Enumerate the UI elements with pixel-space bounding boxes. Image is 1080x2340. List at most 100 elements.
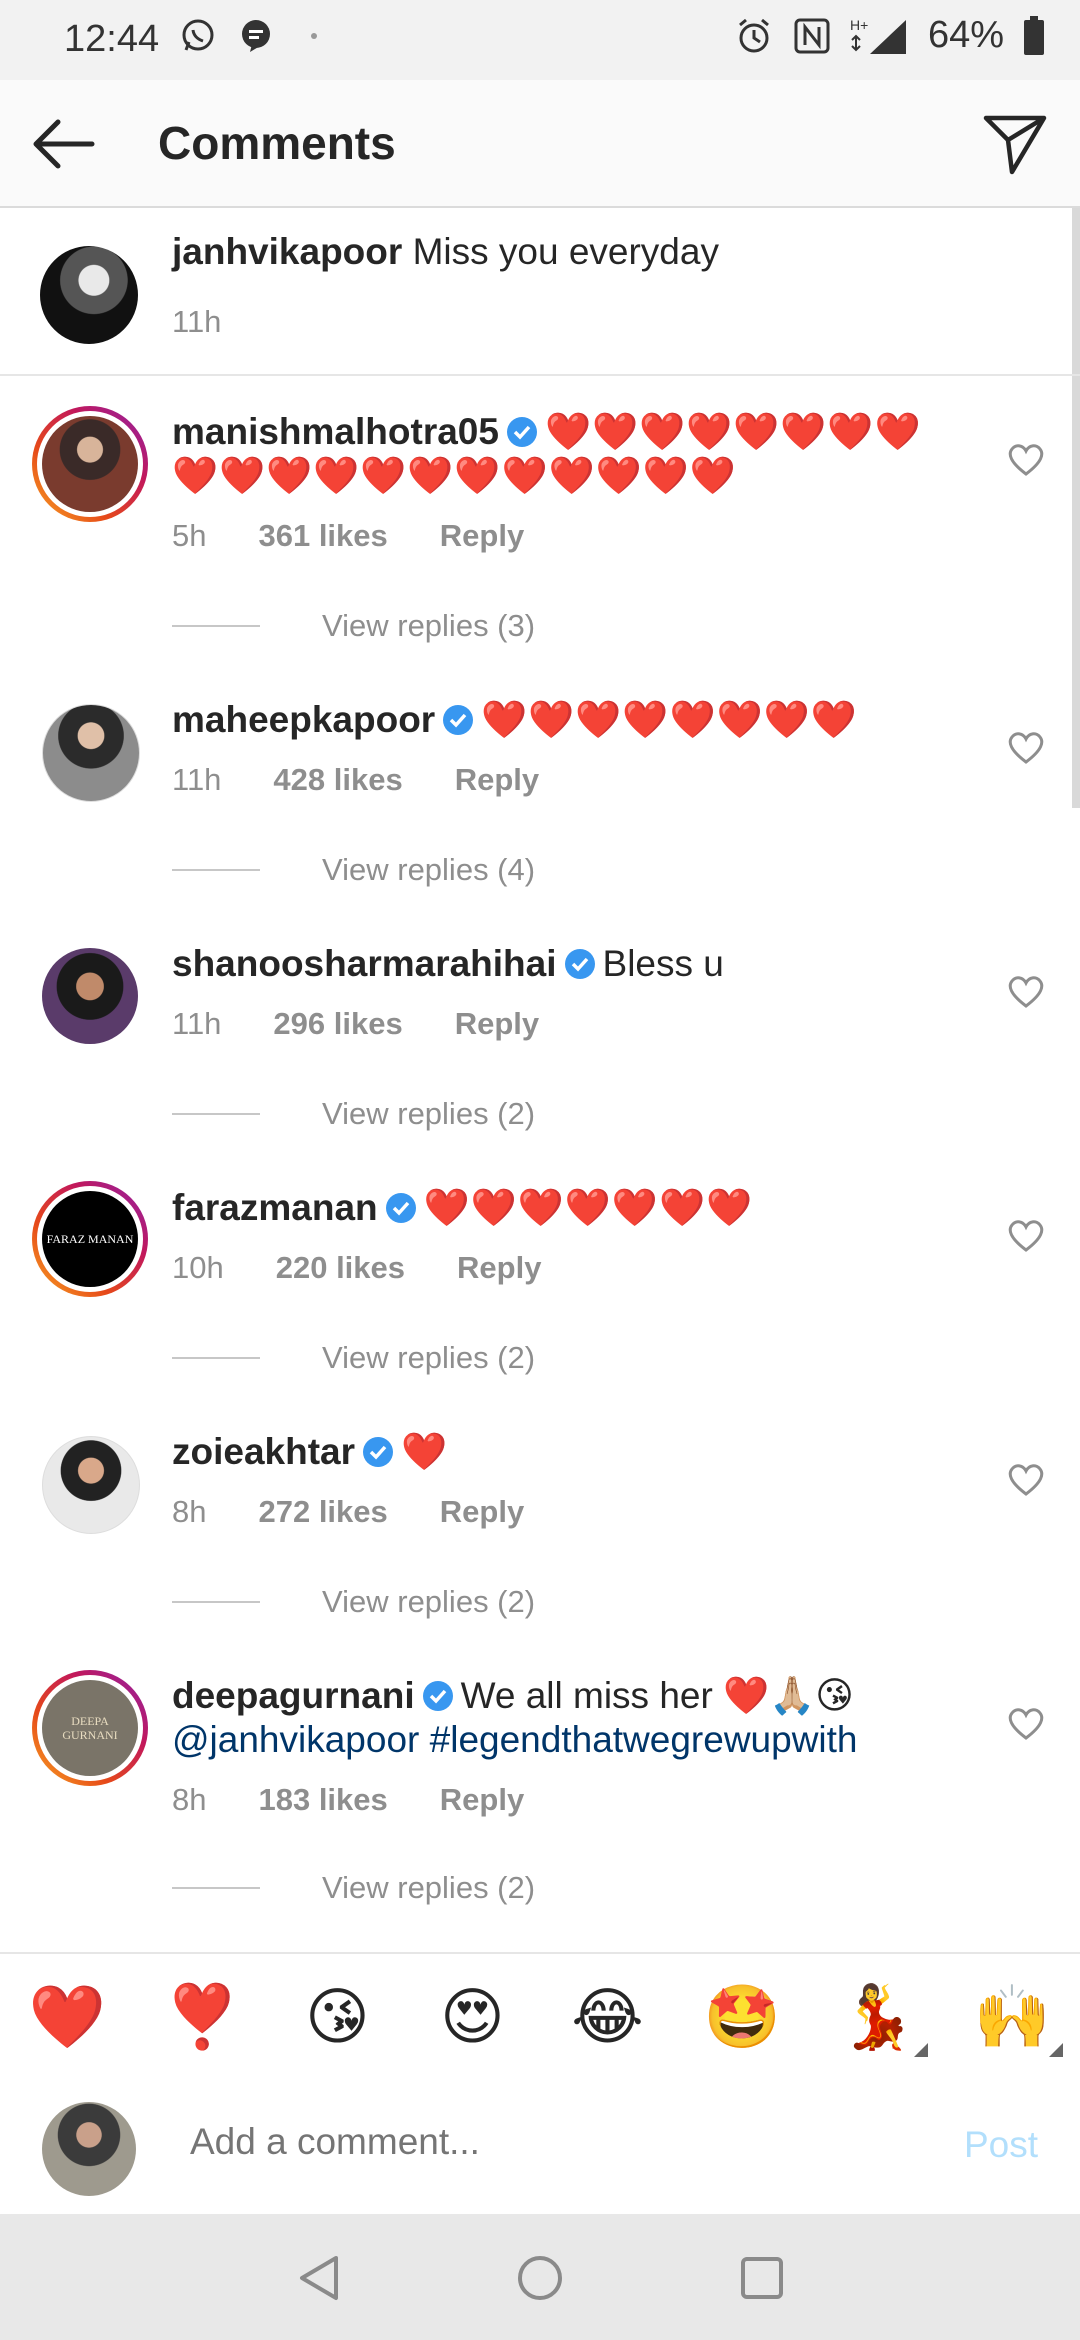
likes-count[interactable]: 428 likes <box>273 762 402 798</box>
comment-time: 11h <box>172 1006 222 1041</box>
back-arrow-icon[interactable] <box>28 116 98 172</box>
view-replies-button[interactable]: View replies (2) <box>172 1584 535 1620</box>
post-caption: janhvikapoor Miss you everyday 11h <box>0 208 1080 376</box>
like-heart-icon[interactable] <box>1006 972 1046 1012</box>
comment-mention-hashtag[interactable]: @janhvikapoor #legendthatwegrewupwith <box>172 1719 858 1760</box>
emoji-star-struck[interactable]: 🤩 <box>693 1983 793 2053</box>
comment-composer: Post <box>0 2082 1080 2214</box>
avatar[interactable] <box>42 948 138 1044</box>
view-replies-button[interactable]: View replies (2) <box>172 1340 535 1376</box>
likes-count[interactable]: 220 likes <box>276 1250 405 1286</box>
reply-button[interactable]: Reply <box>440 1494 524 1530</box>
like-heart-icon[interactable] <box>1006 1460 1046 1500</box>
comment-text: ❤️❤️❤️❤️❤️❤️❤️ <box>423 1187 754 1228</box>
verified-badge-icon <box>363 1437 394 1467</box>
comment-text: ❤️❤️❤️❤️❤️❤️❤️❤️ <box>544 411 922 452</box>
comment-time: 8h <box>172 1782 207 1817</box>
battery-percent: 64% <box>927 14 1004 56</box>
reply-button[interactable]: Reply <box>455 762 539 798</box>
likes-count[interactable]: 183 likes <box>258 1782 387 1818</box>
avatar[interactable] <box>42 704 140 802</box>
nav-home-icon[interactable] <box>512 2250 568 2306</box>
comment-text: ❤️ <box>401 1431 449 1472</box>
emoji-kissing-face[interactable]: 😘 <box>288 1983 388 2053</box>
comment-username[interactable]: maheepkapoor <box>172 699 435 740</box>
reply-button[interactable]: Reply <box>440 518 524 554</box>
emoji-tears-of-joy[interactable]: 😂 <box>558 1983 658 2053</box>
view-replies-label: View replies (3) <box>322 608 536 643</box>
avatar[interactable]: FARAZ MANAN <box>42 1191 138 1287</box>
like-heart-icon[interactable] <box>1006 1216 1046 1256</box>
like-heart-icon[interactable] <box>1006 728 1046 768</box>
whatsapp-icon <box>178 16 218 56</box>
caption-text: Miss you everyday <box>412 231 719 272</box>
view-replies-label: View replies (2) <box>322 1340 536 1375</box>
comment-text: We all miss her ❤️🙏🏼😘 <box>460 1675 854 1716</box>
status-time: 12:44 <box>64 18 160 60</box>
post-button[interactable]: Post <box>964 2124 1038 2166</box>
view-replies-label: View replies (4) <box>322 852 536 887</box>
verified-badge-icon <box>564 949 595 979</box>
caption-time: 11h <box>172 304 222 339</box>
verified-badge-icon <box>385 1193 416 1223</box>
message-icon <box>236 16 276 56</box>
like-heart-icon[interactable] <box>1006 440 1046 480</box>
comment-text: Bless u <box>602 943 724 984</box>
avatar[interactable] <box>40 246 138 344</box>
avatar-logo-text: FARAZ MANAN <box>46 1231 134 1246</box>
avatar[interactable]: DEEPA GURNANI <box>42 1680 138 1776</box>
view-replies-label: View replies (2) <box>322 1870 536 1905</box>
nfc-icon <box>792 16 832 56</box>
variant-indicator-icon <box>913 2043 928 2057</box>
battery-icon <box>1022 15 1046 56</box>
view-replies-button[interactable]: View replies (2) <box>172 1096 535 1132</box>
comment-username[interactable]: deepagurnani <box>172 1675 415 1716</box>
emoji-heart-eyes[interactable]: 😍 <box>423 1983 523 2053</box>
alarm-icon <box>734 16 774 56</box>
caption-username[interactable]: janhvikapoor <box>172 231 402 272</box>
comment-username[interactable]: manishmalhotra05 <box>172 411 499 452</box>
page-title: Comments <box>158 117 396 169</box>
app-header: Comments <box>0 80 1080 208</box>
comment-input[interactable] <box>188 2120 892 2164</box>
verified-badge-icon <box>506 417 537 447</box>
nav-recents-icon[interactable] <box>734 2250 790 2306</box>
comment-text: ❤️❤️❤️❤️❤️❤️❤️❤️ <box>481 699 858 740</box>
comment-text-line2: ❤️❤️❤️❤️❤️❤️❤️❤️❤️❤️❤️❤️ <box>172 455 737 496</box>
comment-time: 10h <box>172 1250 224 1285</box>
emoji-heart-exclamation[interactable]: ❣️ <box>153 1983 253 2053</box>
comment-time: 11h <box>172 762 222 797</box>
reply-button[interactable]: Reply <box>457 1250 541 1286</box>
reply-button[interactable]: Reply <box>440 1782 524 1818</box>
emoji-raising-hands[interactable]: 🙌 <box>963 1983 1063 2057</box>
signal-icon: H+ <box>850 16 910 56</box>
likes-count[interactable]: 361 likes <box>258 518 387 554</box>
avatar <box>42 2102 136 2196</box>
reply-button[interactable]: Reply <box>455 1006 539 1042</box>
comment-time: 8h <box>172 1494 207 1529</box>
avatar-logo-text: DEEPA GURNANI <box>62 1714 118 1742</box>
view-replies-button[interactable]: View replies (3) <box>172 608 535 644</box>
comment-username[interactable]: shanoosharmarahihai <box>172 943 557 984</box>
likes-count[interactable]: 272 likes <box>258 1494 387 1530</box>
verified-badge-icon <box>422 1681 453 1711</box>
emoji-dancer[interactable]: 💃 <box>828 1983 928 2057</box>
like-heart-icon[interactable] <box>1006 1704 1046 1744</box>
view-replies-button[interactable]: View replies (4) <box>172 852 535 888</box>
nav-back-icon[interactable] <box>292 2250 348 2306</box>
likes-count[interactable]: 296 likes <box>273 1006 402 1042</box>
emoji-red-heart[interactable]: ❤️ <box>18 1983 118 2053</box>
system-nav-bar <box>0 2214 1080 2340</box>
avatar[interactable] <box>42 1436 140 1534</box>
app-notification-icon <box>294 16 334 56</box>
variant-indicator-icon <box>1048 2043 1063 2057</box>
status-bar: 12:44 H+ 64% <box>0 0 1080 80</box>
avatar[interactable] <box>42 416 138 512</box>
verified-badge-icon <box>443 705 474 735</box>
comment-username[interactable]: farazmanan <box>172 1187 378 1228</box>
quick-emoji-bar: ❤️ ❣️ 😘 😍 😂 🤩 💃 🙌 <box>0 1952 1080 2084</box>
comment-username[interactable]: zoieakhtar <box>172 1431 355 1472</box>
view-replies-label: View replies (2) <box>322 1096 536 1131</box>
direct-message-icon[interactable] <box>980 108 1050 178</box>
view-replies-button[interactable]: View replies (2) <box>172 1870 535 1906</box>
